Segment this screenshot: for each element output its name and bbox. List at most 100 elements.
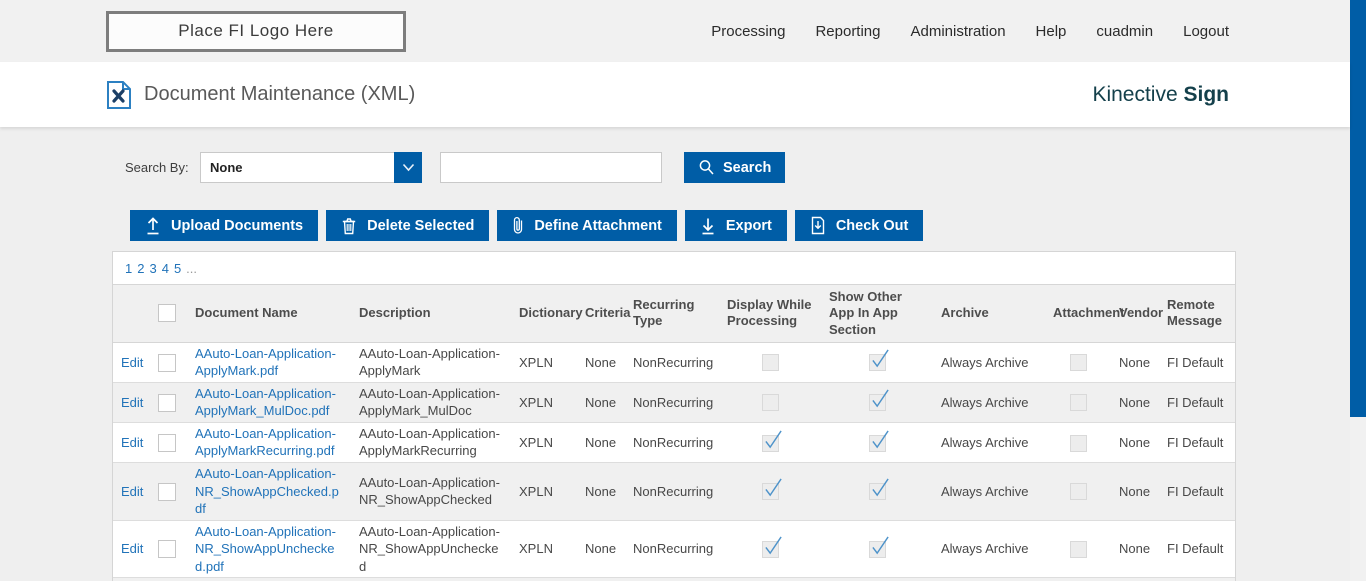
show-other-app-checkbox (869, 394, 886, 411)
edit-link[interactable]: Edit (121, 435, 143, 450)
show-other-app-checkbox (869, 541, 886, 558)
row-select-checkbox[interactable] (158, 354, 176, 372)
table-row: Edit AAuto-Loan-Application-ApplyMarkRec… (113, 422, 1235, 462)
description-cell: AAuto-Loan-Application-ApplyMark_MulDoc (351, 382, 511, 422)
criteria-cell: None (577, 382, 625, 422)
header-select-all (147, 285, 187, 343)
display-while-processing-checkbox (762, 541, 779, 558)
document-name-link[interactable]: AAuto-Loan-Application-ApplyMarkRecurrin… (195, 426, 336, 459)
upload-documents-button[interactable]: Upload Documents (130, 210, 318, 241)
toolbar: Upload Documents Delete Selected Define … (130, 210, 1366, 241)
top-navigation: Processing Reporting Administration Help… (711, 23, 1229, 40)
table-row: Edit AAuto-Loan-Application-ApplyMark.pd… (113, 342, 1235, 382)
header-vendor: Vendor (1111, 285, 1159, 343)
show-other-app-checkbox (869, 354, 886, 371)
table-row: Edit AAuto-Loan-Application-NR_ShowAppUn… (113, 520, 1235, 578)
header-attachment: Attachment (1045, 285, 1111, 343)
nav-item-help[interactable]: Help (1036, 23, 1067, 40)
description-cell: AAuto-Loan-Application-NR_ShowAppChecked (351, 463, 511, 521)
edit-link[interactable]: Edit (121, 395, 143, 410)
page-link-1[interactable]: 1 (125, 261, 132, 276)
vendor-cell: None (1111, 382, 1159, 422)
page-title: Document Maintenance (XML) (144, 83, 415, 106)
recurring-type-cell: NonRecurring (625, 382, 719, 422)
fi-logo-placeholder: Place FI Logo Here (106, 11, 406, 52)
header-description: Description (351, 285, 511, 343)
nav-item-logout[interactable]: Logout (1183, 23, 1229, 40)
brand-suffix: Sign (1184, 83, 1230, 106)
document-name-link[interactable]: AAuto-Loan-Application-ApplyMark.pdf (195, 346, 336, 379)
criteria-cell: None (577, 342, 625, 382)
row-select-checkbox[interactable] (158, 434, 176, 452)
edit-link[interactable]: Edit (121, 484, 143, 499)
check-out-button[interactable]: Check Out (795, 210, 924, 241)
documents-table-container: 1 2 3 4 5 ... Document Name (112, 251, 1236, 581)
chevron-down-icon[interactable] (394, 152, 422, 183)
page-link-4[interactable]: 4 (162, 261, 169, 276)
archive-cell: Always Archive (933, 463, 1045, 521)
document-name-link[interactable]: AAuto-Loan-Application-NR_ShowAppChecked… (195, 466, 339, 516)
brand-name: Kinective (1092, 83, 1177, 106)
search-input[interactable] (440, 152, 662, 183)
dictionary-cell: XPLN (511, 520, 577, 578)
remote-message-cell: FI Default (1159, 422, 1235, 462)
description-cell: AAuto-Loan-Application-ApplyMarkRecurrin… (351, 422, 511, 462)
attachment-checkbox (1070, 483, 1087, 500)
upload-icon (145, 217, 161, 235)
document-name-link[interactable]: AAuto-Loan-Application-ApplyMark_MulDoc.… (195, 386, 336, 419)
page-link-2[interactable]: 2 (137, 261, 144, 276)
header-remote-message: Remote Message (1159, 285, 1235, 343)
nav-item-processing[interactable]: Processing (711, 23, 785, 40)
vendor-cell: None (1111, 422, 1159, 462)
brand-kinective-sign: Kinective Sign (1092, 83, 1229, 107)
edit-link[interactable]: Edit (121, 355, 143, 370)
fi-logo-text: Place FI Logo Here (178, 21, 333, 41)
vendor-cell: None (1111, 342, 1159, 382)
remote-message-cell: FI Default (1159, 463, 1235, 521)
archive-cell: Always Archive (933, 520, 1045, 578)
dictionary-cell: XPLN (511, 463, 577, 521)
scrollbar-thumb[interactable] (1350, 0, 1366, 417)
select-all-checkbox[interactable] (158, 304, 176, 322)
header-dictionary: Dictionary (511, 285, 577, 343)
row-select-checkbox[interactable] (158, 394, 176, 412)
vertical-scrollbar[interactable] (1350, 0, 1366, 581)
description-cell: AAuto-Loan-Application-NR_ShowAppUncheck… (351, 520, 511, 578)
display-while-processing-checkbox (762, 354, 779, 371)
archive-cell: Always Archive (933, 342, 1045, 382)
recurring-type-cell: NonRecurring (625, 422, 719, 462)
header-show-other-app: Show Other App In App Section (821, 285, 933, 343)
define-attachment-button[interactable]: Define Attachment (497, 210, 677, 241)
dictionary-cell: XPLN (511, 382, 577, 422)
row-select-checkbox[interactable] (158, 540, 176, 558)
criteria-cell: None (577, 520, 625, 578)
search-button[interactable]: Search (684, 152, 785, 183)
recurring-type-cell: NonRecurring (625, 342, 719, 382)
nav-item-reporting[interactable]: Reporting (815, 23, 880, 40)
attachment-checkbox (1070, 435, 1087, 452)
paperclip-icon (512, 216, 524, 235)
nav-item-user-cuadmin[interactable]: cuadmin (1096, 23, 1153, 40)
nav-item-administration[interactable]: Administration (911, 23, 1006, 40)
criteria-cell: None (577, 422, 625, 462)
search-by-dropdown[interactable]: None (200, 152, 422, 183)
edit-link[interactable]: Edit (121, 541, 143, 556)
export-button[interactable]: Export (685, 210, 787, 241)
table-row: Edit AAuto-Loan-Application-ApplyMark_Mu… (113, 382, 1235, 422)
header-recurring-type: Recurring Type (625, 285, 719, 343)
table-row: Edit AAuto-Loan-Application-NR_ShowAppCh… (113, 463, 1235, 521)
page-link-3[interactable]: 3 (149, 261, 156, 276)
document-name-link[interactable]: AAuto-Loan-Application-NR_ShowAppUncheck… (195, 524, 336, 574)
title-band: Document Maintenance (XML) Kinective Sig… (0, 62, 1350, 127)
checkout-document-icon (810, 216, 826, 235)
archive-cell: Always Archive (933, 422, 1045, 462)
delete-selected-button[interactable]: Delete Selected (326, 210, 489, 241)
display-while-processing-checkbox (762, 435, 779, 452)
pagination: 1 2 3 4 5 ... (113, 252, 1235, 284)
page-link-5[interactable]: 5 (174, 261, 181, 276)
row-select-checkbox[interactable] (158, 483, 176, 501)
recurring-type-cell: NonRecurring (625, 520, 719, 578)
search-row: Search By: None Search (125, 152, 1366, 183)
show-other-app-checkbox (869, 483, 886, 500)
vendor-cell: None (1111, 463, 1159, 521)
